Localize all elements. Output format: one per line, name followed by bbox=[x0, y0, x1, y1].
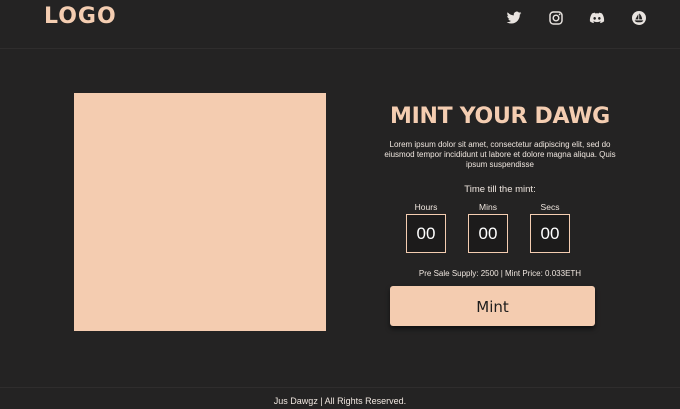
countdown-mins: Mins 00 bbox=[468, 202, 508, 253]
countdown-hours: Hours 00 bbox=[406, 202, 446, 253]
supply-info: Pre Sale Supply: 2500 | Mint Price: 0.03… bbox=[418, 269, 582, 278]
mint-title: MINT YOUR DAWG bbox=[390, 104, 610, 129]
countdown-hours-value: 00 bbox=[406, 214, 446, 253]
countdown-hours-label: Hours bbox=[414, 202, 438, 212]
logo[interactable]: LOGO bbox=[44, 4, 117, 29]
page: LOGO MINT YOUR DAWG Lorem ipsum dolor si… bbox=[0, 0, 680, 409]
timer-label: Time till the mint: bbox=[464, 184, 536, 195]
countdown-secs-label: Secs bbox=[540, 202, 560, 212]
instagram-icon[interactable] bbox=[548, 10, 564, 26]
countdown-secs-value: 00 bbox=[530, 214, 570, 253]
header: LOGO bbox=[0, 0, 680, 49]
mint-description: Lorem ipsum dolor sit amet, consectetur … bbox=[384, 140, 616, 169]
discord-icon[interactable] bbox=[589, 10, 605, 26]
nft-preview-image bbox=[74, 93, 326, 331]
mint-button[interactable]: Mint bbox=[390, 286, 595, 326]
twitter-icon[interactable] bbox=[506, 10, 522, 26]
countdown-mins-label: Mins bbox=[479, 202, 497, 212]
footer: Jus Dawgz | All Rights Reserved. bbox=[0, 387, 680, 409]
footer-copyright: Jus Dawgz | All Rights Reserved. bbox=[273, 396, 407, 406]
countdown-secs: Secs 00 bbox=[530, 202, 570, 253]
opensea-icon[interactable] bbox=[631, 10, 647, 26]
countdown-mins-value: 00 bbox=[468, 214, 508, 253]
